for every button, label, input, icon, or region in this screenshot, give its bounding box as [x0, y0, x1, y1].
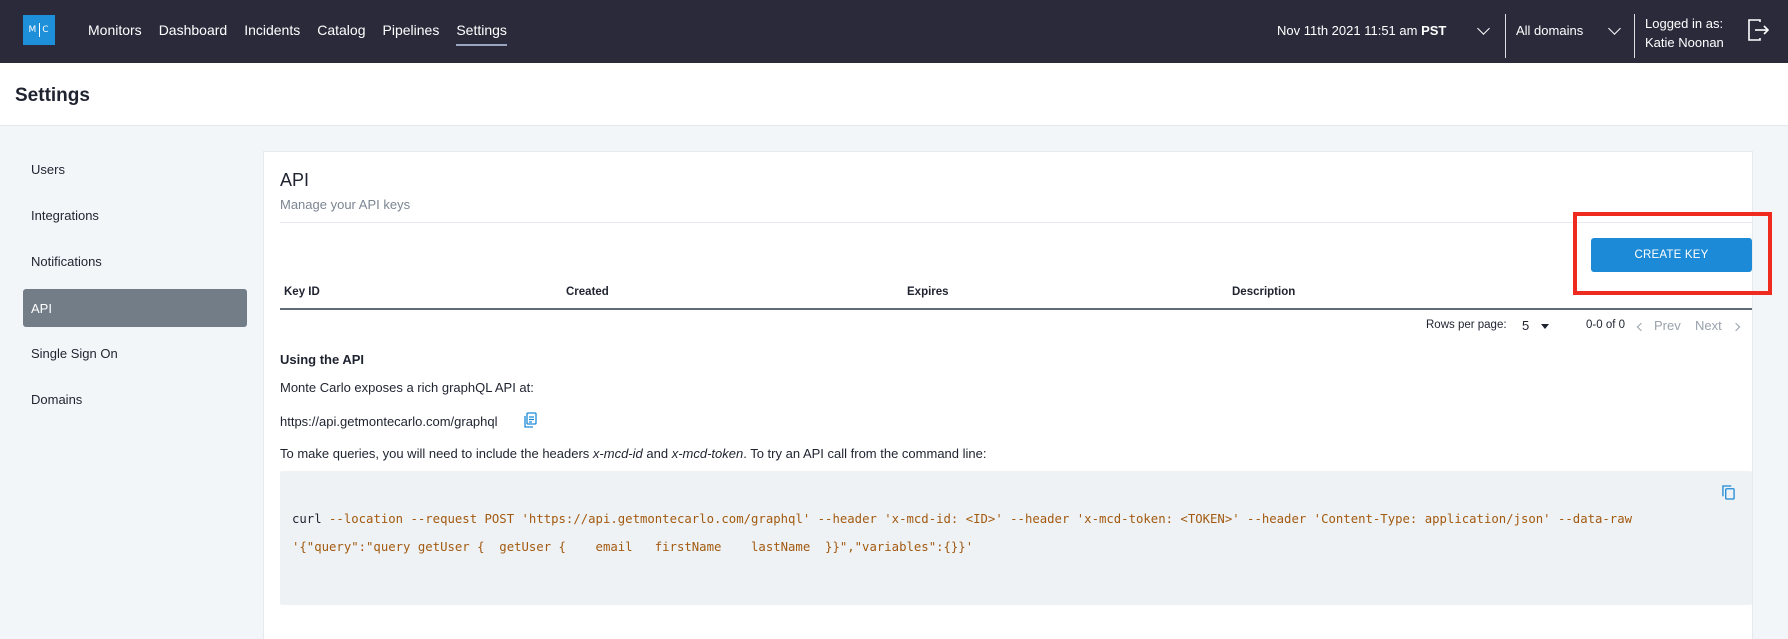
api-card: API Manage your API keys CREATE KEY Key … — [263, 151, 1772, 639]
code-line-2: '{"query":"query getUser { getUser { ema… — [292, 540, 974, 554]
code-line-1: curl --location --request POST 'https://… — [292, 512, 1632, 526]
sidebar-item-users[interactable]: Users — [23, 150, 247, 188]
page-title: Settings — [15, 85, 90, 106]
rows-per-page-select[interactable]: 5 — [1522, 318, 1529, 333]
prev-page-button[interactable]: Prev — [1654, 318, 1681, 333]
logo-letter-c: C — [42, 25, 50, 35]
code-command: curl — [292, 512, 322, 526]
domain-selector[interactable]: All domains — [1516, 23, 1583, 38]
rows-per-page-caret-icon[interactable] — [1541, 324, 1549, 329]
user-info: Logged in as: Katie Noonan — [1645, 14, 1724, 52]
next-page-button[interactable]: Next — [1695, 318, 1722, 333]
curl-code-block[interactable]: curl --location --request POST 'https://… — [280, 471, 1752, 605]
pagination-range: 0-0 of 0 — [1586, 319, 1625, 331]
table-header-divider — [280, 308, 1752, 310]
top-navbar: MC Monitors Dashboard Incidents Catalog … — [0, 0, 1788, 63]
api-title: API — [280, 170, 310, 190]
nav-catalog[interactable]: Catalog — [317, 22, 365, 38]
sidebar-item-notifications[interactable]: Notifications — [23, 242, 247, 280]
highlight-box — [1573, 212, 1772, 295]
logged-in-label: Logged in as: — [1645, 16, 1724, 31]
date-selector[interactable]: Nov 11th 2021 11:51 am PST — [1277, 23, 1446, 38]
nav-settings[interactable]: Settings — [456, 22, 507, 46]
api-endpoint-url: https://api.getmontecarlo.com/graphql — [280, 414, 498, 429]
logout-icon[interactable] — [1747, 18, 1769, 42]
sidebar-item-api[interactable]: API — [23, 289, 247, 327]
sidebar-item-integrations[interactable]: Integrations — [23, 196, 247, 234]
sidebar-item-single-sign-on[interactable]: Single Sign On — [23, 334, 247, 372]
column-header-description[interactable]: Description — [1232, 286, 1295, 298]
copy-endpoint-icon[interactable] — [523, 412, 537, 428]
nav-pipelines[interactable]: Pipelines — [383, 22, 440, 38]
using-api-heading: Using the API — [280, 352, 365, 367]
sidebar-item-domains[interactable]: Domains — [23, 380, 247, 418]
user-name: Katie Noonan — [1645, 35, 1724, 50]
main-nav-links: Monitors Dashboard Incidents Catalog Pip… — [88, 22, 524, 46]
domain-select-text: All domains — [1516, 23, 1584, 38]
monte-carlo-logo[interactable]: MC — [23, 15, 55, 45]
date-text: Nov 11th 2021 11:51 am — [1277, 23, 1418, 38]
domain-chevron-down-icon[interactable] — [1608, 22, 1621, 35]
timezone-text: PST — [1421, 23, 1447, 38]
nav-divider — [1634, 14, 1635, 58]
next-chevron-icon[interactable] — [1731, 322, 1741, 332]
rows-per-page-label: Rows per page: — [1426, 319, 1507, 331]
api-subtitle: Manage your API keys — [280, 197, 411, 212]
headers-text-post: . To try an API call from the command li… — [743, 446, 987, 461]
prev-chevron-icon[interactable] — [1636, 322, 1646, 332]
code-args: --location --request POST 'https://api.g… — [321, 512, 1633, 526]
column-header-key-id[interactable]: Key ID — [284, 286, 320, 298]
nav-divider — [1505, 14, 1506, 58]
api-headers-text: To make queries, you will need to includ… — [280, 446, 986, 461]
page-header: Settings — [0, 63, 1788, 126]
nav-dashboard[interactable]: Dashboard — [159, 22, 228, 38]
header-x-mcd-id: x-mcd-id — [592, 446, 643, 461]
api-intro-text: Monte Carlo exposes a rich graphQL API a… — [280, 380, 534, 395]
headers-text-pre: To make queries, you will need to includ… — [280, 446, 593, 461]
date-chevron-down-icon[interactable] — [1477, 22, 1490, 35]
nav-monitors[interactable]: Monitors — [88, 22, 142, 38]
nav-incidents[interactable]: Incidents — [244, 22, 300, 38]
divider — [280, 222, 1752, 223]
column-header-created[interactable]: Created — [566, 286, 609, 298]
column-header-expires[interactable]: Expires — [907, 286, 949, 298]
header-x-mcd-token: x-mcd-token — [671, 446, 744, 461]
copy-code-icon[interactable] — [1722, 485, 1735, 500]
headers-text-and: and — [642, 446, 672, 461]
logo-letter-m: M — [28, 25, 38, 35]
